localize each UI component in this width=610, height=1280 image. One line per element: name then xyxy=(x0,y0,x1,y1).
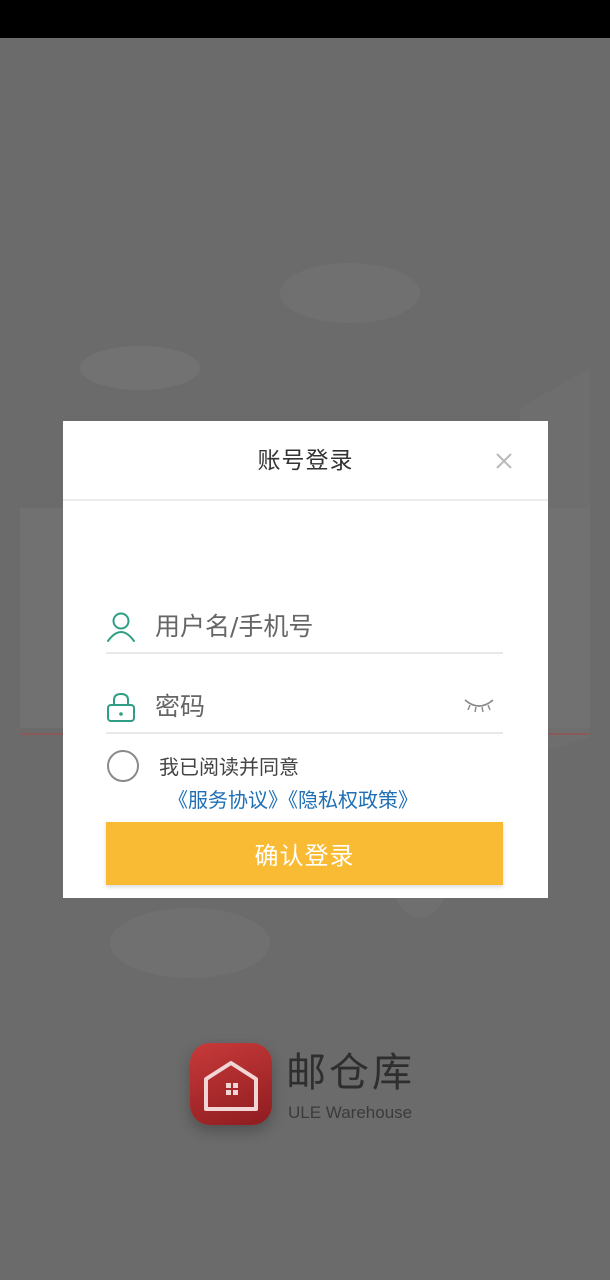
agree-label: 我已阅读并同意 xyxy=(159,755,299,779)
agree-checkbox[interactable] xyxy=(107,750,139,782)
username-input[interactable] xyxy=(155,602,455,650)
warehouse-logo-icon xyxy=(190,1043,272,1125)
splash-screen: 邮仓库 ULE Warehouse 账号登录 用户名/手机号 我已阅读并同意 《… xyxy=(0,0,610,1280)
close-icon[interactable] xyxy=(491,448,517,474)
confirm-login-button[interactable]: 确认登录 xyxy=(106,822,503,885)
login-dialog: 账号登录 用户名/手机号 我已阅读并同意 《服务协议》《隐私权政策》 确认登录 xyxy=(63,421,548,898)
service-agreement-link[interactable]: 《服务协议》 xyxy=(168,788,288,812)
password-input[interactable] xyxy=(155,682,455,730)
dialog-header: 账号登录 xyxy=(63,421,548,501)
password-field xyxy=(106,682,503,734)
brand-name: 邮仓库 xyxy=(286,1050,415,1096)
username-field xyxy=(106,602,503,654)
user-icon xyxy=(107,612,135,642)
lock-icon xyxy=(107,692,135,722)
brand-subtitle: ULE Warehouse xyxy=(288,1103,413,1122)
agreement-links: 《服务协议》《隐私权政策》 xyxy=(168,786,418,814)
dialog-title: 账号登录 xyxy=(257,448,354,474)
eye-closed-icon[interactable] xyxy=(462,694,496,716)
status-bar xyxy=(0,0,610,38)
privacy-policy-link[interactable]: 《隐私权政策》 xyxy=(288,788,418,812)
